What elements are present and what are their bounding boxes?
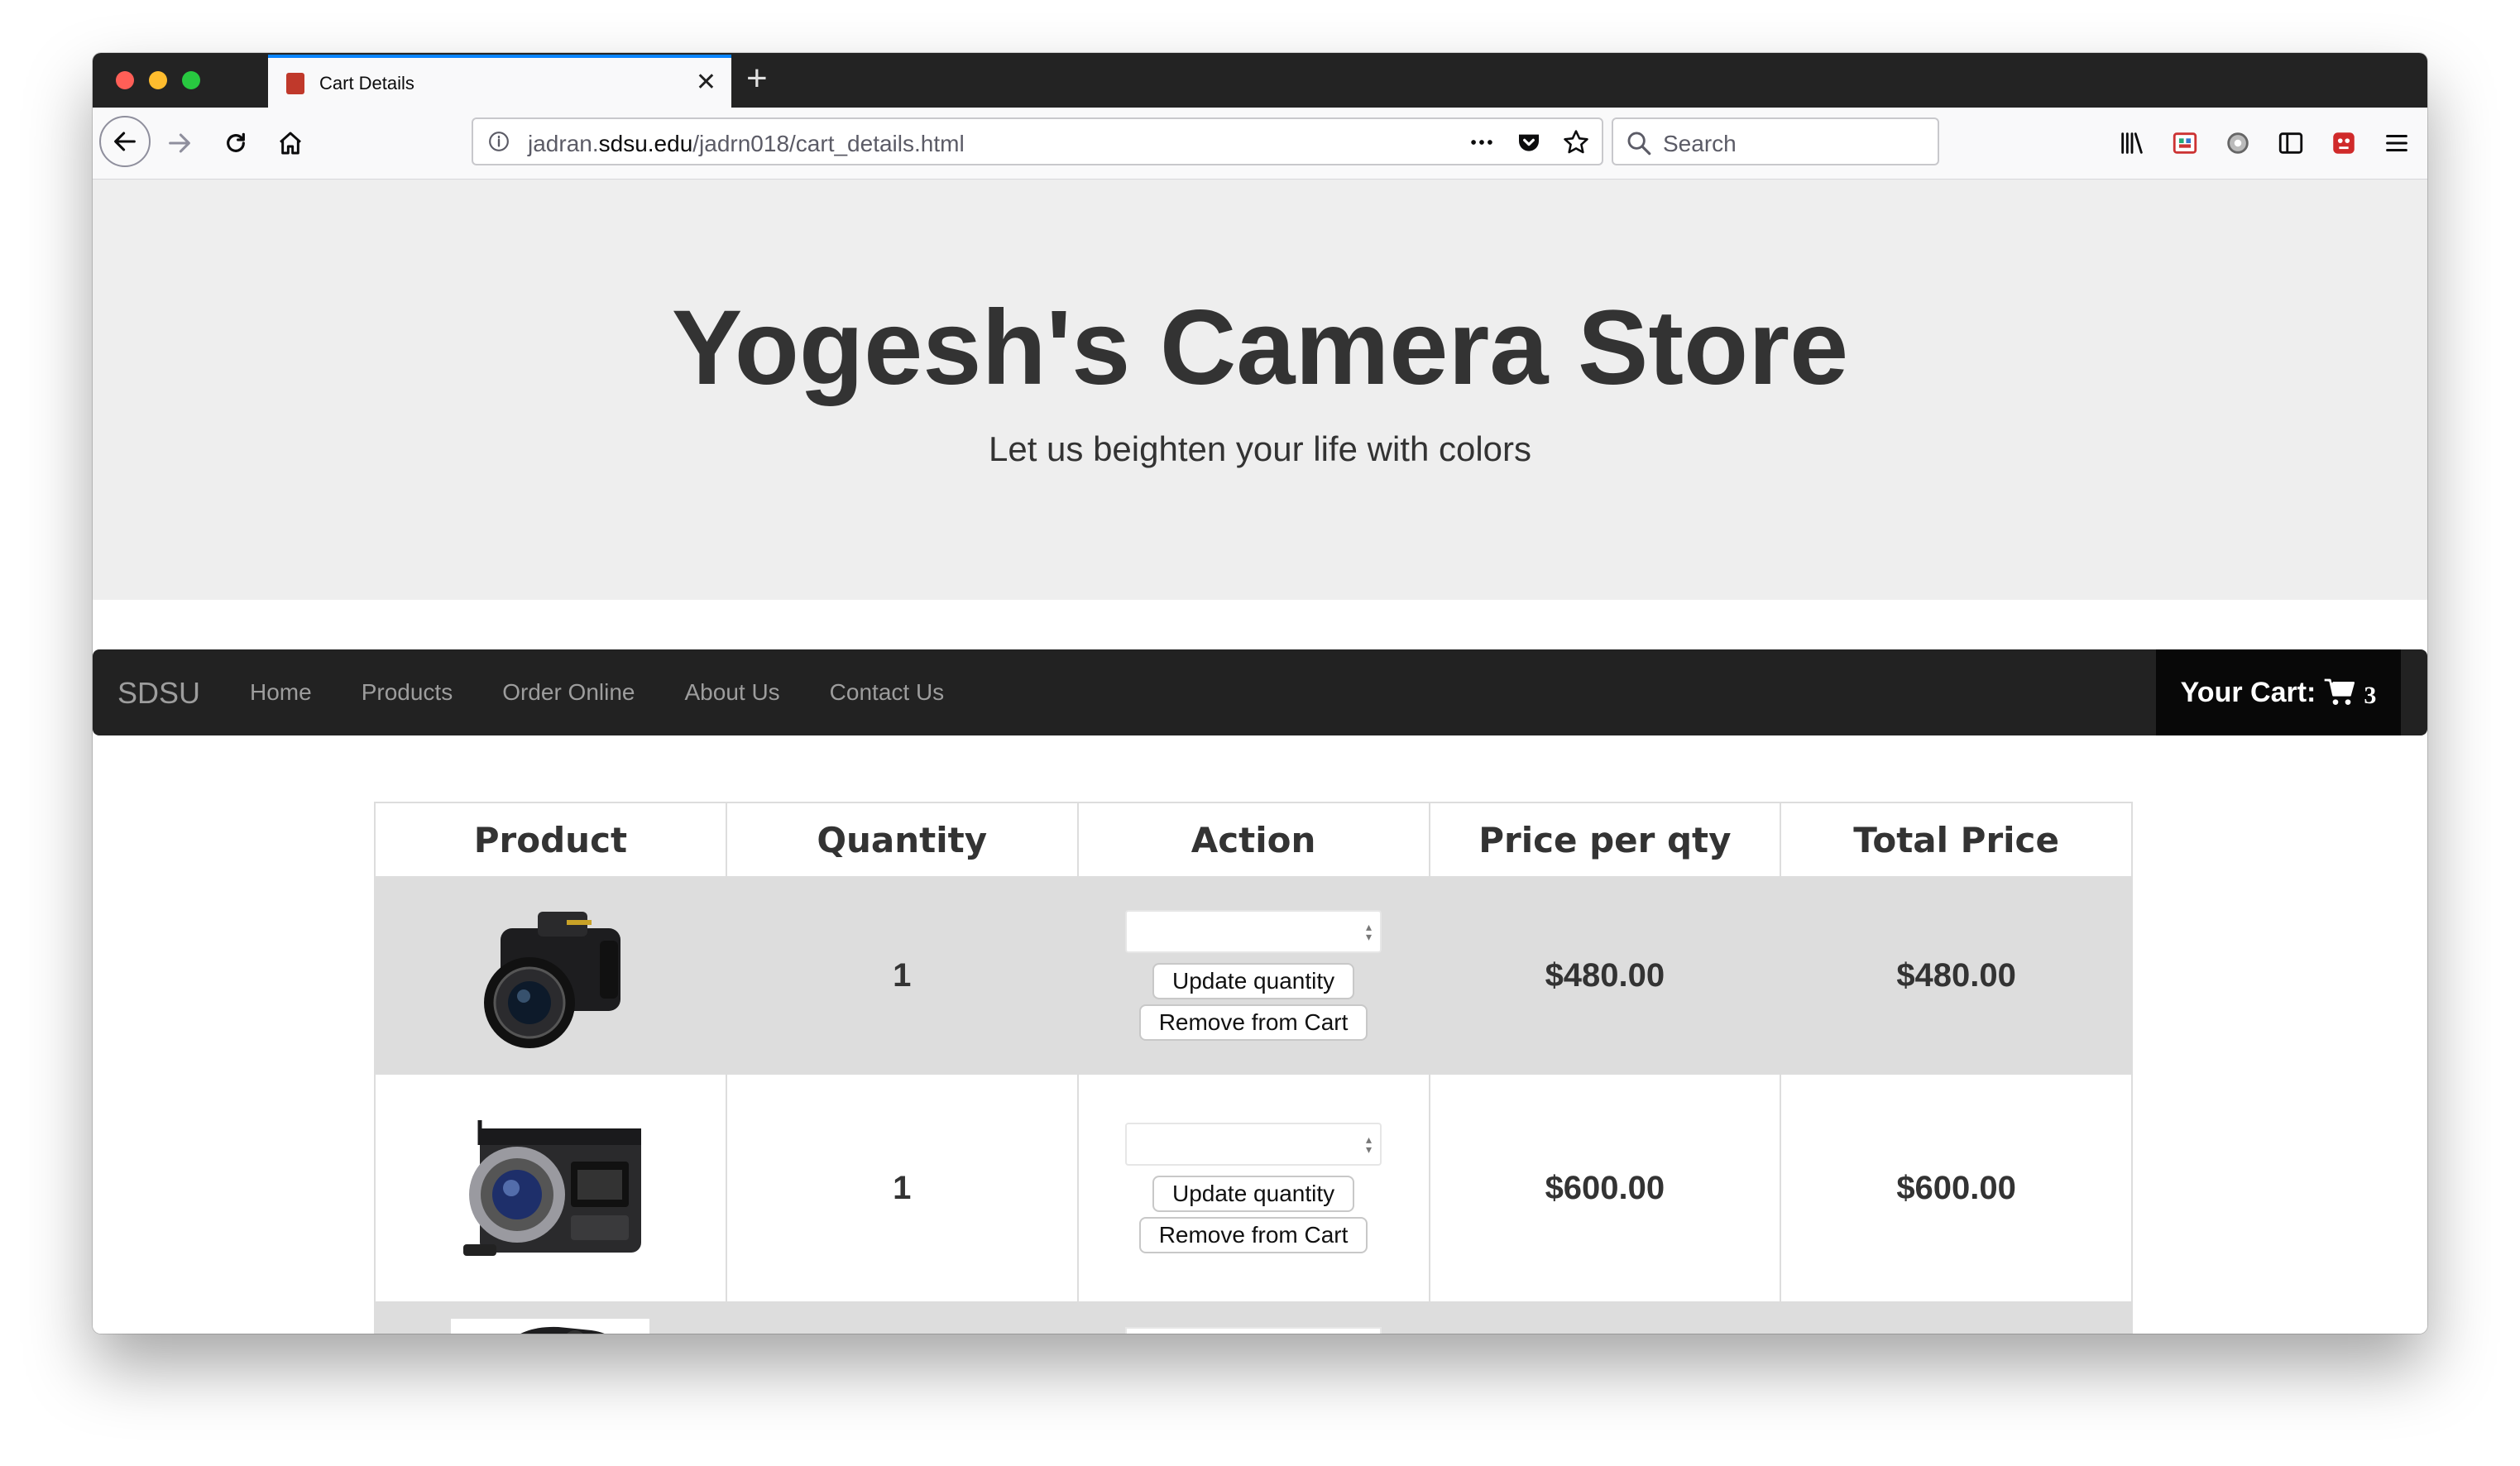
table-row [374, 1301, 2133, 1334]
table-row: 1 ▴ ▾ Update quantity Remove from Cart $6… [374, 1073, 2133, 1303]
browser-window: Cart Details ✕ + jadran.sdsu.edu/jadrn01… [93, 53, 2427, 1334]
extension-icon[interactable] [2171, 129, 2199, 157]
quantity-input[interactable]: ▴ ▾ [1125, 910, 1382, 953]
action-cell [1076, 1301, 1430, 1334]
quantity-stepper-icon[interactable]: ▴ ▾ [1366, 921, 1372, 942]
total-cell: $600.00 [1780, 1073, 2133, 1303]
forward-button[interactable] [156, 119, 204, 167]
product-cell [374, 876, 727, 1075]
nav-link-products[interactable]: Products [362, 679, 453, 706]
tab-cart-details[interactable]: Cart Details ✕ [268, 55, 731, 108]
back-button[interactable] [99, 116, 151, 167]
quantity-input[interactable] [1125, 1327, 1382, 1334]
minimize-window-button[interactable] [149, 71, 167, 89]
forward-arrow-icon [169, 133, 190, 153]
table-row: 1 ▴ ▾ Update quantity Remove from Cart $4… [374, 876, 2133, 1075]
maximize-window-button[interactable] [182, 71, 200, 89]
camera-image[interactable] [451, 1319, 650, 1334]
search-placeholder: Search [1663, 131, 1737, 156]
quantity-cell [725, 1301, 1079, 1334]
remove-from-cart-button[interactable]: Remove from Cart [1138, 1217, 1368, 1253]
header-product: Product [374, 802, 727, 878]
library-icon[interactable] [2118, 129, 2146, 157]
nav-link-about-us[interactable]: About Us [685, 679, 780, 706]
new-tab-icon[interactable]: + [746, 58, 768, 99]
remove-from-cart-button[interactable]: Remove from Cart [1138, 1004, 1368, 1041]
header-action: Action [1076, 802, 1430, 878]
update-quantity-button[interactable]: Update quantity [1152, 963, 1355, 999]
nav-link-order-online[interactable]: Order Online [502, 679, 635, 706]
total-cell: $480.00 [1780, 876, 2133, 1075]
cinema-camera-image[interactable] [447, 1104, 654, 1269]
camera-partial-icon [520, 1326, 605, 1334]
quantity-stepper-icon[interactable]: ▴ ▾ [1366, 1133, 1372, 1155]
red-extension-icon[interactable] [2330, 129, 2358, 157]
cart-link[interactable]: Your Cart: 3 [2156, 649, 2401, 735]
price-cell [1428, 1301, 1782, 1334]
total-cell [1780, 1301, 2133, 1334]
page-content: Yogesh's Camera Store Let us beighten yo… [93, 180, 2427, 1334]
site-favicon-icon [286, 73, 304, 94]
nav-links: Home Products Order Online About Us Cont… [250, 679, 944, 706]
site-title: Yogesh's Camera Store [671, 289, 1849, 407]
address-bar[interactable]: jadran.sdsu.edu/jadrn018/cart_details.ht… [472, 117, 1603, 165]
site-navbar: SDSU Home Products Order Online About Us… [93, 649, 2427, 735]
sidebar-icon[interactable] [2277, 129, 2305, 157]
table-header-row: Product Quantity Action Price per qty To… [374, 802, 2133, 878]
close-window-button[interactable] [116, 71, 134, 89]
search-bar[interactable]: Search [1612, 117, 1939, 165]
shopping-cart-icon [2325, 678, 2355, 705]
dslr-camera-image[interactable] [467, 895, 633, 1052]
nav-link-home[interactable]: Home [250, 679, 312, 706]
bookmark-star-icon[interactable] [1562, 128, 1590, 156]
page-actions-icon[interactable] [1468, 128, 1496, 156]
price-cell: $480.00 [1428, 876, 1782, 1075]
settings-extension-icon[interactable] [2224, 129, 2252, 157]
cart-count-badge: 3 [2364, 682, 2377, 709]
navigation-toolbar: jadran.sdsu.edu/jadrn018/cart_details.ht… [93, 108, 2427, 180]
back-arrow-icon [114, 132, 136, 151]
jumbotron-header: Yogesh's Camera Store Let us beighten yo… [93, 180, 2427, 600]
home-button[interactable] [266, 119, 314, 167]
toolbar-right-icons [2118, 124, 2411, 162]
cart-table: Product Quantity Action Price per qty To… [374, 802, 2133, 1334]
product-cell [374, 1073, 727, 1303]
product-cell [374, 1301, 727, 1334]
url-host: sdsu.edu [598, 131, 693, 156]
tab-title: Cart Details [319, 73, 414, 93]
price-cell: $600.00 [1428, 1073, 1782, 1303]
url-text: jadran.sdsu.edu/jadrn018/cart_details.ht… [528, 131, 965, 157]
action-cell: ▴ ▾ Update quantity Remove from Cart [1076, 876, 1430, 1075]
header-quantity: Quantity [725, 802, 1079, 878]
home-icon [280, 132, 301, 155]
quantity-input[interactable]: ▴ ▾ [1125, 1123, 1382, 1166]
cart-label: Your Cart: [2180, 676, 2316, 708]
nav-link-contact-us[interactable]: Contact Us [830, 679, 945, 706]
header-total-price: Total Price [1780, 802, 2133, 878]
site-info-icon[interactable] [488, 131, 510, 152]
pocket-icon[interactable] [1516, 129, 1542, 156]
reload-icon [227, 132, 245, 152]
action-cell: ▴ ▾ Update quantity Remove from Cart [1076, 1073, 1430, 1303]
url-prefix: jadran. [528, 131, 599, 156]
update-quantity-button[interactable]: Update quantity [1152, 1176, 1355, 1212]
search-icon [1627, 132, 1651, 156]
quantity-cell: 1 [725, 876, 1079, 1075]
header-price-per-qty: Price per qty [1428, 802, 1782, 878]
reload-button[interactable] [212, 119, 260, 167]
site-subtitle: Let us beighten your life with colors [988, 429, 1532, 468]
brand-link[interactable]: SDSU [117, 676, 200, 711]
tab-strip: Cart Details ✕ + [93, 53, 2427, 108]
close-tab-icon[interactable]: ✕ [696, 68, 716, 97]
quantity-cell: 1 [725, 1073, 1079, 1303]
url-actions [1468, 127, 1590, 157]
url-path: /jadrn018/cart_details.html [692, 131, 965, 156]
menu-icon[interactable] [2383, 129, 2411, 157]
